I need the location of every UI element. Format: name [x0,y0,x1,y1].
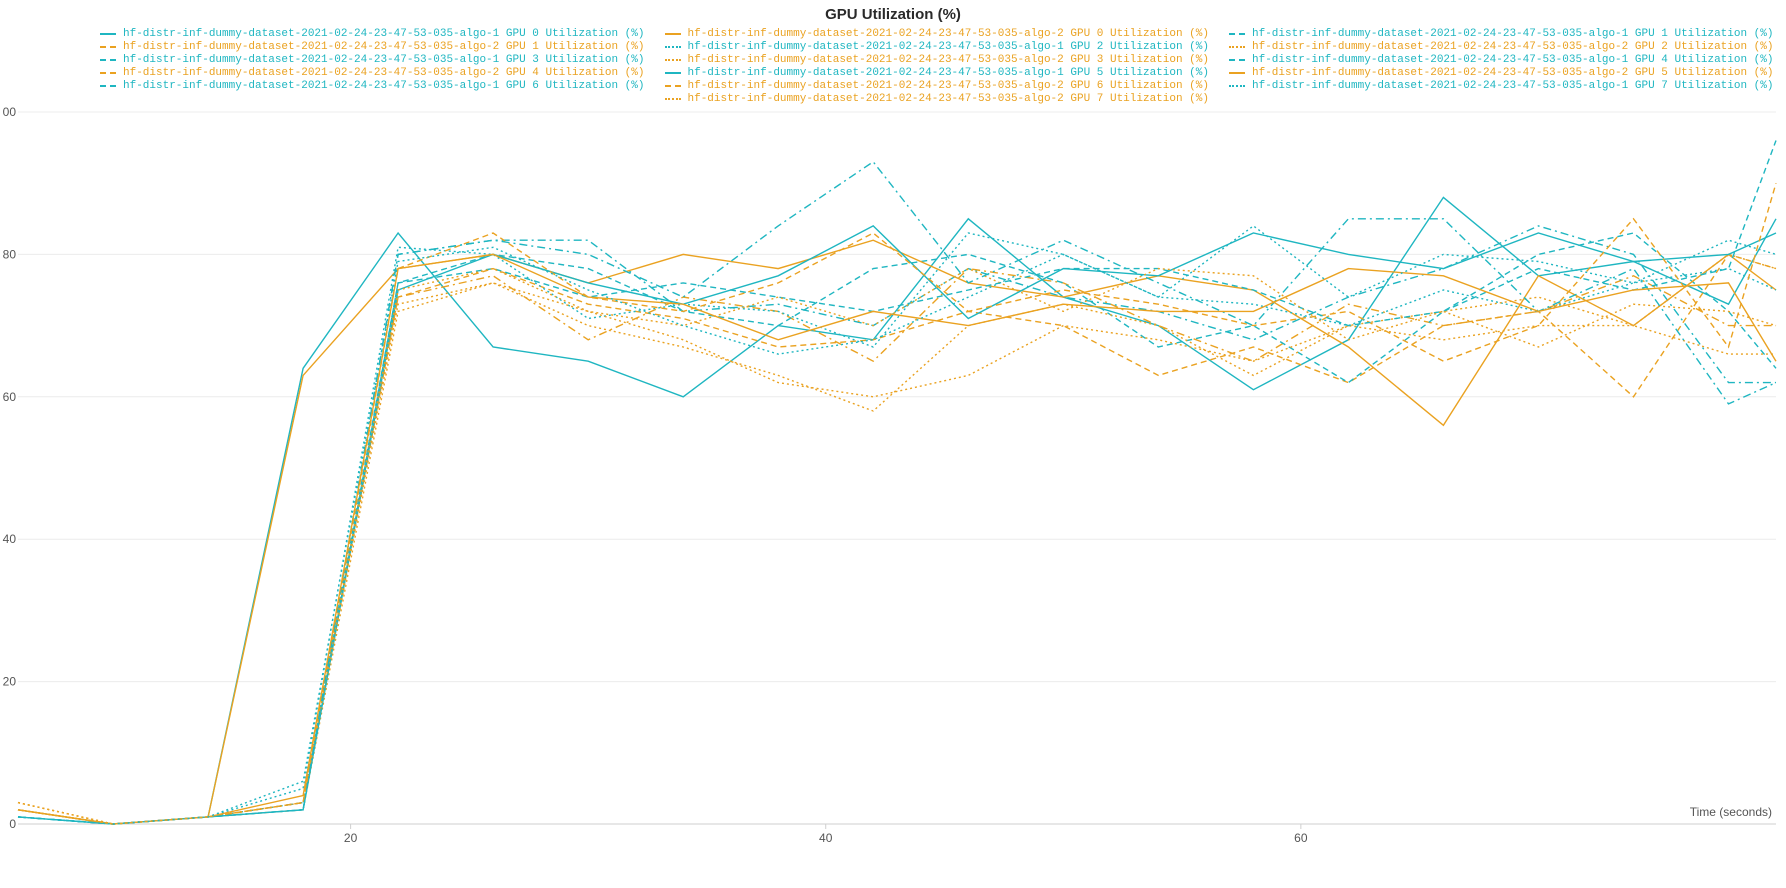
y-tick-label: 40 [3,532,17,546]
x-tick-label: 60 [1294,831,1308,845]
series-line[interactable] [18,269,1776,824]
y-tick-label: 60 [3,390,17,404]
series-line[interactable] [18,183,1776,824]
x-axis-title: Time (seconds) [1690,805,1772,819]
y-tick-label: 80 [3,247,17,261]
chart-plot: 0 20 40 60 80 00 20 40 60 Time (seconds) [0,0,1786,888]
series-line[interactable] [18,233,1776,824]
y-tick-label: 0 [9,817,16,831]
chart-root: GPU Utilization (%) hf-distr-inf-dummy-d… [0,0,1786,888]
series-line[interactable] [18,197,1776,824]
y-tick-label: 20 [3,675,17,689]
series-line[interactable] [18,233,1776,824]
y-tick-label: 00 [3,105,17,119]
series-line[interactable] [18,162,1776,824]
series-line[interactable] [18,240,1776,824]
x-tick-label: 20 [344,831,358,845]
series-line[interactable] [18,269,1776,824]
series-line[interactable] [18,283,1776,824]
x-tick-label: 40 [819,831,833,845]
